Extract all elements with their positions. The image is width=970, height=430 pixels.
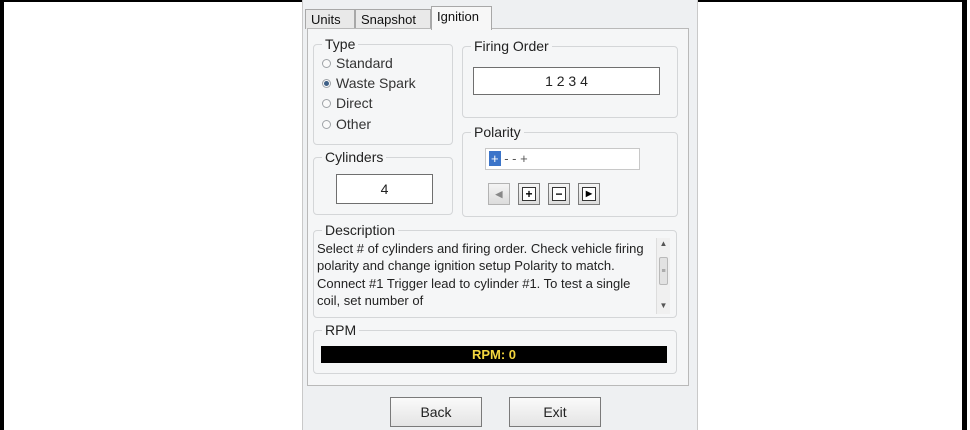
exit-button[interactable]: Exit (509, 397, 601, 427)
radio-direct-button[interactable] (322, 98, 331, 108)
right-arrow-icon: ▶ (582, 187, 596, 201)
radio-other-button[interactable] (322, 119, 331, 129)
type-group-title: Type (322, 36, 359, 52)
radio-waste-spark[interactable]: Waste Spark (322, 74, 416, 92)
polarity-minus-button[interactable]: − (548, 183, 570, 205)
description-title: Description (322, 222, 399, 238)
polarity-prev-button[interactable]: ◀ (488, 183, 510, 205)
tab-ignition[interactable]: Ignition (431, 6, 492, 30)
tab-snapshot[interactable]: Snapshot (355, 9, 431, 29)
polarity-title: Polarity (471, 124, 524, 140)
polarity-plus-button[interactable]: + (518, 183, 540, 205)
description-text: Select # of cylinders and firing order. … (317, 241, 644, 309)
scroll-down-icon[interactable]: ▼ (657, 300, 670, 312)
radio-waste-spark-button[interactable] (322, 78, 331, 88)
scroll-thumb[interactable]: ≡ (659, 257, 668, 285)
radio-direct[interactable]: Direct (322, 94, 373, 112)
scroll-up-icon[interactable]: ▲ (657, 238, 670, 250)
radio-direct-label: Direct (336, 95, 373, 111)
polarity-group: Polarity + - - + ◀ + − ▶ (462, 124, 678, 217)
cylinders-group: Cylinders 4 (313, 149, 453, 215)
polarity-field[interactable]: + - - + (485, 148, 640, 170)
radio-other-label: Other (336, 116, 372, 132)
firing-order-field[interactable]: 1 2 3 4 (473, 67, 660, 95)
radio-other[interactable]: Other (322, 115, 371, 133)
radio-standard-label: Standard (336, 55, 393, 71)
polarity-remaining-symbols: - - + (500, 151, 528, 166)
tab-units[interactable]: Units (305, 9, 355, 29)
outer-frame-right (962, 0, 967, 430)
rpm-title: RPM (322, 322, 360, 338)
firing-order-title: Firing Order (471, 38, 552, 54)
rpm-readout: RPM: 0 (321, 346, 667, 363)
plus-icon: + (522, 187, 536, 201)
radio-waste-spark-label: Waste Spark (336, 75, 416, 91)
firing-order-group: Firing Order 1 2 3 4 (462, 38, 678, 118)
minus-icon: − (552, 187, 566, 201)
left-arrow-icon: ◀ (495, 189, 503, 199)
back-button[interactable]: Back (390, 397, 482, 427)
polarity-next-button[interactable]: ▶ (578, 183, 600, 205)
cylinders-title: Cylinders (322, 149, 387, 165)
radio-standard-button[interactable] (322, 58, 331, 68)
cylinders-field[interactable]: 4 (336, 174, 433, 204)
type-group: Type Standard Waste Spark Direct Other (313, 36, 453, 145)
ignition-window: Units Snapshot Ignition Type Standard Wa… (302, 0, 698, 430)
outer-frame-left (0, 0, 4, 430)
description-scrollbar[interactable]: ▲ ≡ ▼ (656, 238, 670, 314)
polarity-selected-symbol: + (489, 151, 501, 166)
radio-standard[interactable]: Standard (322, 54, 393, 72)
